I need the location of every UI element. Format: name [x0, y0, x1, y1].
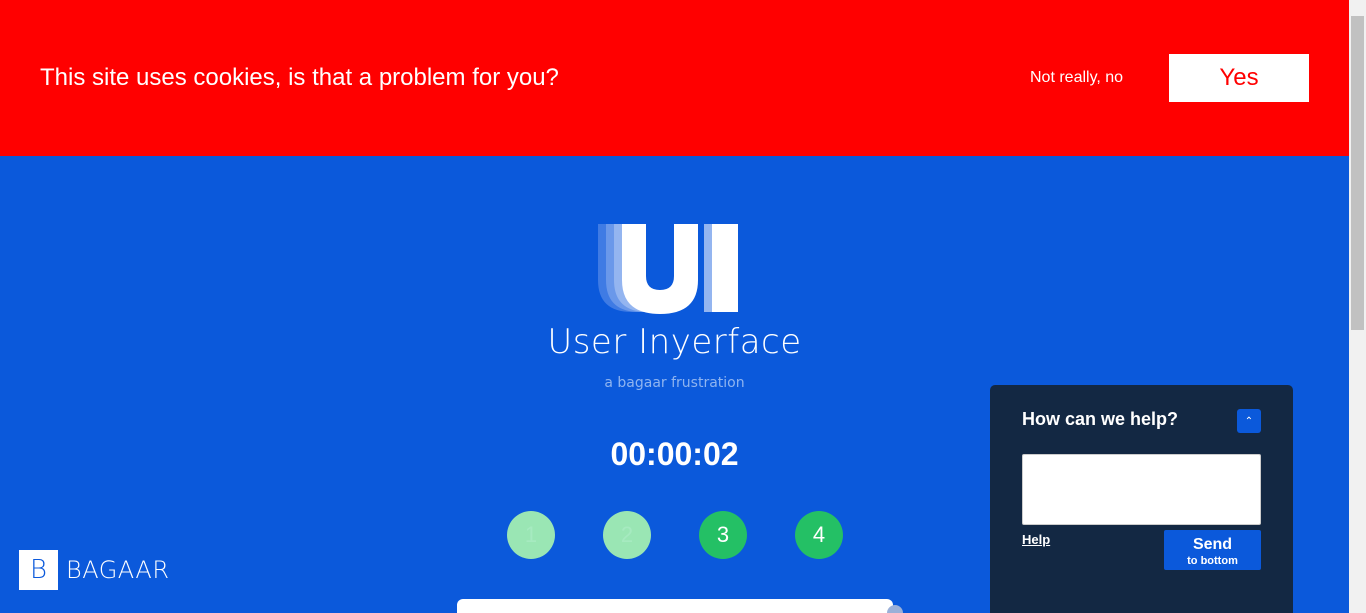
ui-logo-icon: [598, 224, 738, 314]
help-widget: How can we help? ⌃ Help Send to bottom: [990, 385, 1293, 613]
cookie-banner: This site uses cookies, is that a proble…: [0, 0, 1349, 156]
chevron-up-icon: ⌃: [1244, 415, 1254, 427]
cookie-message: This site uses cookies, is that a proble…: [40, 64, 559, 91]
help-toggle-button[interactable]: ⌃: [1237, 409, 1261, 433]
help-message-input[interactable]: [1022, 454, 1261, 525]
card-decoration: [887, 605, 903, 613]
cookie-decline-link[interactable]: Not really, no: [1030, 69, 1123, 87]
send-to-bottom-button[interactable]: Send to bottom: [1164, 530, 1261, 570]
step-4: 4: [795, 511, 843, 559]
step-1: 1: [507, 511, 555, 559]
step-3: 3: [699, 511, 747, 559]
help-link[interactable]: Help: [1022, 532, 1050, 547]
step-2: 2: [603, 511, 651, 559]
bagaar-logo-text: BAGAAR: [66, 556, 170, 584]
page-title: User Inyerface: [547, 322, 802, 362]
bagaar-logo-mark: B: [19, 550, 58, 590]
form-card: [457, 599, 893, 613]
page-scrollbar[interactable]: [1349, 0, 1366, 613]
send-label: Send: [1192, 536, 1233, 553]
send-sublabel: to bottom: [1187, 555, 1238, 567]
scrollbar-thumb[interactable]: [1351, 16, 1364, 330]
cookie-accept-button[interactable]: Yes: [1169, 54, 1309, 102]
help-title: How can we help?: [1022, 409, 1179, 429]
